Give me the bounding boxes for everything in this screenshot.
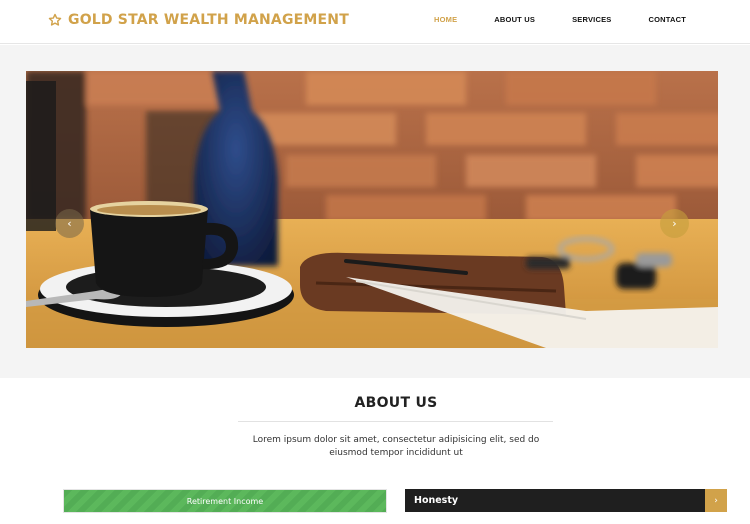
nav-services[interactable]: SERVICES — [572, 15, 611, 24]
chevron-right-icon: › — [714, 495, 718, 506]
main-nav: HOME ABOUT US SERVICES CONTACT — [397, 15, 686, 24]
brand-name: GOLD STAR WEALTH MANAGEMENT — [68, 12, 349, 28]
accordion-honesty[interactable]: Honesty › — [405, 489, 727, 512]
star-icon — [48, 13, 62, 26]
accordion-title: Honesty — [414, 495, 459, 506]
coffee-desk-photo — [26, 71, 718, 348]
carousel-prev-button[interactable]: ‹ — [55, 209, 84, 238]
accordion-toggle-button[interactable]: › — [705, 489, 727, 512]
carousel-next-button[interactable]: › — [660, 209, 689, 238]
skill-progress-label: Retirement Income — [186, 496, 264, 506]
site-header: GOLD STAR WEALTH MANAGEMENT HOME ABOUT U… — [0, 0, 750, 44]
chevron-right-icon: › — [672, 217, 677, 230]
nav-contact[interactable]: CONTACT — [648, 15, 686, 24]
nav-home[interactable]: HOME — [434, 15, 457, 24]
about-description: Lorem ipsum dolor sit amet, consectetur … — [252, 435, 540, 458]
hero-slide-image — [26, 71, 718, 348]
about-heading: ABOUT US — [354, 395, 438, 411]
about-divider — [238, 421, 553, 422]
brand-logo[interactable]: GOLD STAR WEALTH MANAGEMENT — [48, 12, 349, 28]
skill-progress-bar: Retirement Income — [63, 489, 387, 513]
nav-about-us[interactable]: ABOUT US — [494, 15, 535, 24]
chevron-left-icon: ‹ — [67, 217, 72, 230]
